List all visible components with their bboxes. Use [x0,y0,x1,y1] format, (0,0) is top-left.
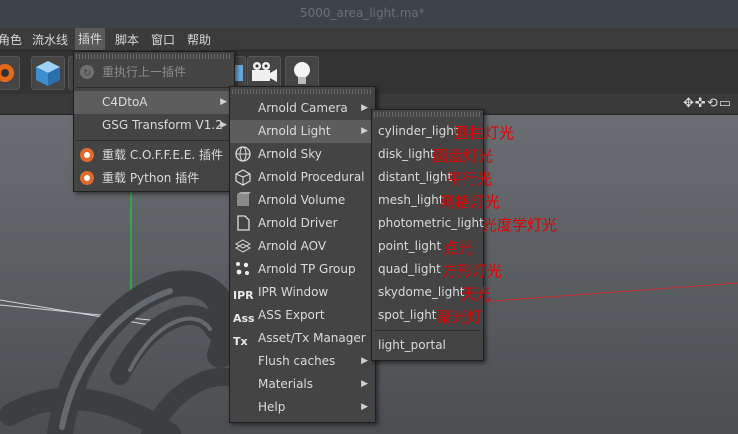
menu-pipeline[interactable]: 流水线 [32,31,68,48]
arnold-camera-item[interactable]: Arnold Camera ▶ [230,97,375,120]
camera-tool-button[interactable] [247,56,281,90]
light-bulb-icon [294,62,310,84]
menu-tear-off-handle[interactable] [76,54,232,59]
submenu-arrow-icon: ▶ [361,379,368,389]
ipr-window-item[interactable]: IPR IPR Window [230,281,375,304]
annotation-skydome: 天光 [461,285,492,303]
submenu-arrow-icon: ▶ [361,356,368,366]
camera-icon [252,62,277,82]
menu-help[interactable]: 帮助 [187,31,211,48]
cube-icon [36,61,60,86]
gear-icon [0,64,14,82]
cube-tool-button[interactable] [31,56,65,90]
gear-tool-button[interactable] [0,56,20,90]
c4dtoa-submenu: Arnold Camera ▶ Arnold Light ▶ Arnold Sk… [229,86,376,423]
arnold-procedural-item[interactable]: Arnold Procedural [230,166,375,189]
photometric-light-item[interactable]: photometric_light [372,212,484,235]
tp-group-icon [236,262,249,275]
rerun-last-plugin-item[interactable]: ↻ 重执行上一插件 [74,61,234,84]
light-tool-button[interactable] [285,56,319,90]
menu-separator [374,330,481,331]
menu-script[interactable]: 脚本 [115,31,139,48]
arnold-light-item[interactable]: Arnold Light ▶ [230,120,375,143]
menu-separator [76,140,232,141]
light-portal-item[interactable]: light_portal [372,334,483,357]
driver-icon [237,215,250,231]
title-bar: 5000_area_light.ma* [0,0,738,28]
window-title: 5000_area_light.ma* [300,6,425,20]
menu-character[interactable]: 角色 [0,31,22,48]
arnold-volume-item[interactable]: Arnold Volume [230,189,375,212]
annotation-distant: 平行光 [447,170,493,188]
menu-plugins[interactable]: 插件 [75,28,106,50]
c4dtoa-item[interactable]: C4DtoA ▶ [74,91,234,114]
annotation-quad: 方形灯光 [442,262,503,280]
reload-icon [80,171,94,185]
menu-tear-off-handle[interactable] [232,89,373,94]
materials-item[interactable]: Materials ▶ [230,373,375,396]
annotation-cylinder: 圆柱灯光 [454,124,515,142]
annotation-point: 点光 [443,239,474,257]
ass-export-item[interactable]: Ass ASS Export [230,304,375,327]
annotation-spot: 聚光灯 [437,308,483,326]
submenu-arrow-icon: ▶ [220,97,227,107]
submenu-arrow-icon: ▶ [361,103,368,113]
plugins-menu: ↻ 重执行上一插件 C4DtoA ▶ GSG Transform V1.2 ▶ … [73,51,235,192]
sky-icon [235,146,251,162]
submenu-arrow-icon: ▶ [220,120,227,130]
procedural-icon [235,169,251,186]
volume-icon [237,192,251,206]
viewport-nav-icons[interactable]: ✥✜⟲▭ [683,96,732,111]
menu-separator [76,87,232,88]
rerun-icon: ↻ [80,65,94,79]
svg-text:↻: ↻ [83,68,91,79]
reload-icon [80,148,94,162]
reload-coffee-item[interactable]: 重载 C.O.F.F.E.E. 插件 [74,144,234,167]
reload-python-item[interactable]: 重载 Python 插件 [74,167,234,190]
arnold-sky-item[interactable]: Arnold Sky [230,143,375,166]
menu-window[interactable]: 窗口 [151,31,175,48]
annotation-mesh: 网格灯光 [440,193,501,211]
flush-caches-item[interactable]: Flush caches ▶ [230,350,375,373]
gsg-transform-item[interactable]: GSG Transform V1.2 ▶ [74,114,234,137]
submenu-arrow-icon: ▶ [361,126,368,136]
help-item[interactable]: Help ▶ [230,396,375,419]
annotation-photometric: 光度学灯光 [482,216,558,234]
aov-icon [234,239,252,253]
arnold-aov-item[interactable]: Arnold AOV [230,235,375,258]
arnold-driver-item[interactable]: Arnold Driver [230,212,375,235]
arnold-tp-group-item[interactable]: Arnold TP Group [230,258,375,281]
annotation-disk: 圆盘灯光 [433,147,494,165]
asset-tx-manager-item[interactable]: Tx Asset/Tx Manager [230,327,375,350]
menu-tear-off-handle[interactable] [374,112,481,117]
menu-bar: 角色 流水线 插件 脚本 窗口 帮助 [0,28,738,51]
submenu-arrow-icon: ▶ [361,402,368,412]
